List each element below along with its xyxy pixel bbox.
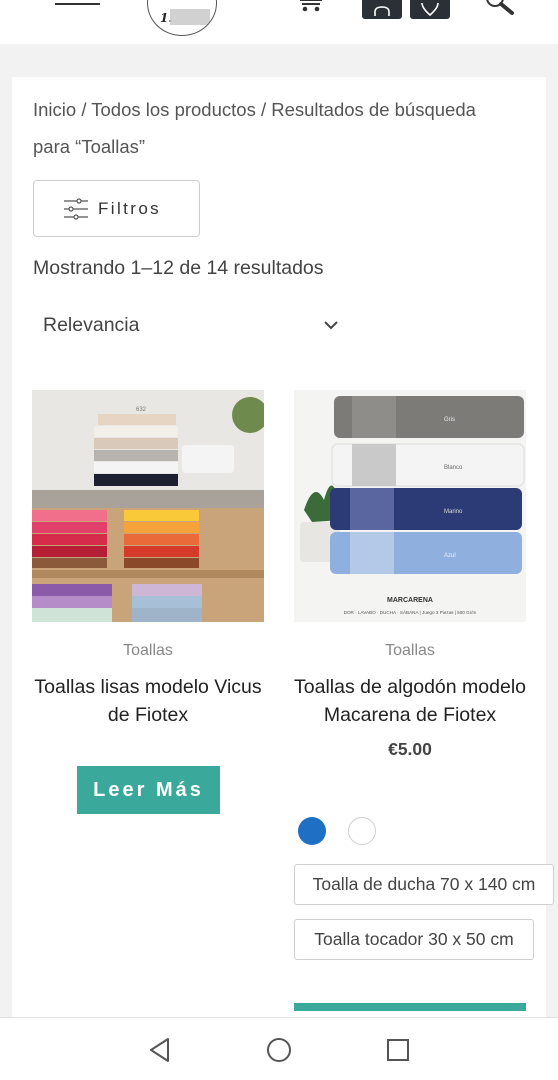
breadcrumb[interactable]: Inicio / Todos los productos / Resultado… xyxy=(33,91,513,165)
towel-label: Blanco xyxy=(444,465,463,471)
home-icon[interactable] xyxy=(265,1036,293,1064)
filters-label: Filtros xyxy=(98,198,162,218)
image-title: MARCARENA xyxy=(387,597,433,604)
sort-select[interactable]: Relevancia xyxy=(43,314,339,338)
site-header: 1. xyxy=(0,0,558,44)
search-icon[interactable] xyxy=(484,0,516,16)
variant-option[interactable]: Toalla de ducha 70 x 140 cm xyxy=(294,864,554,905)
variant-option[interactable]: Toalla tocador 30 x 50 cm xyxy=(294,919,534,960)
towel-label: Marino xyxy=(444,509,463,515)
user-button[interactable] xyxy=(362,0,402,19)
sliders-icon xyxy=(64,197,88,220)
product-name[interactable]: Toallas lisas modelo Vicus de Fiotex xyxy=(32,673,264,729)
back-icon[interactable] xyxy=(146,1036,174,1064)
product-image[interactable]: 632 xyxy=(32,390,264,622)
color-swatch-white[interactable] xyxy=(348,817,376,845)
product-image[interactable]: Gris Blanco Marino Azul MARCARENA DOR · … xyxy=(294,390,526,622)
wishlist-button[interactable] xyxy=(410,0,450,19)
recents-icon[interactable] xyxy=(384,1036,412,1064)
product-card: 632 Toallas Toallas lisas modelo Vicus d… xyxy=(32,390,264,814)
system-nav-bar xyxy=(0,1017,558,1080)
towels-stack-image: 632 xyxy=(32,390,264,622)
main-content-card: Inicio / Todos los productos / Resultado… xyxy=(12,77,554,1037)
towel-label: Gris xyxy=(444,417,455,423)
user-icon xyxy=(374,6,390,16)
heart-icon xyxy=(421,2,439,16)
cart-icon[interactable] xyxy=(298,0,324,14)
color-swatch-blue[interactable] xyxy=(298,817,326,845)
filters-button[interactable]: Filtros xyxy=(33,180,200,237)
logo[interactable]: 1. xyxy=(147,0,217,36)
product-category[interactable]: Toallas xyxy=(294,642,526,660)
chevron-down-icon xyxy=(324,321,338,330)
logo-blur xyxy=(170,9,210,25)
product-name[interactable]: Toallas de algodón modelo Macarena de Fi… xyxy=(294,673,526,729)
sort-selected-value: Relevancia xyxy=(43,314,140,336)
image-caption: DOR · LAVABO · DUCHA · SÁBANA | Juego 3 … xyxy=(344,609,477,615)
towel-label: Azul xyxy=(444,553,456,559)
menu-icon[interactable] xyxy=(55,0,100,12)
results-count: Mostrando 1–12 de 14 resultados xyxy=(33,257,324,279)
add-to-cart-button[interactable] xyxy=(294,1003,526,1011)
image-label: 632 xyxy=(136,407,147,413)
read-more-button[interactable]: Leer Más xyxy=(77,766,220,814)
product-price: €5.00 xyxy=(388,739,432,759)
towels-stack-image: Gris Blanco Marino Azul MARCARENA DOR · … xyxy=(294,390,526,622)
product-card: Gris Blanco Marino Azul MARCARENA DOR · … xyxy=(294,390,554,1011)
product-category[interactable]: Toallas xyxy=(32,642,264,660)
